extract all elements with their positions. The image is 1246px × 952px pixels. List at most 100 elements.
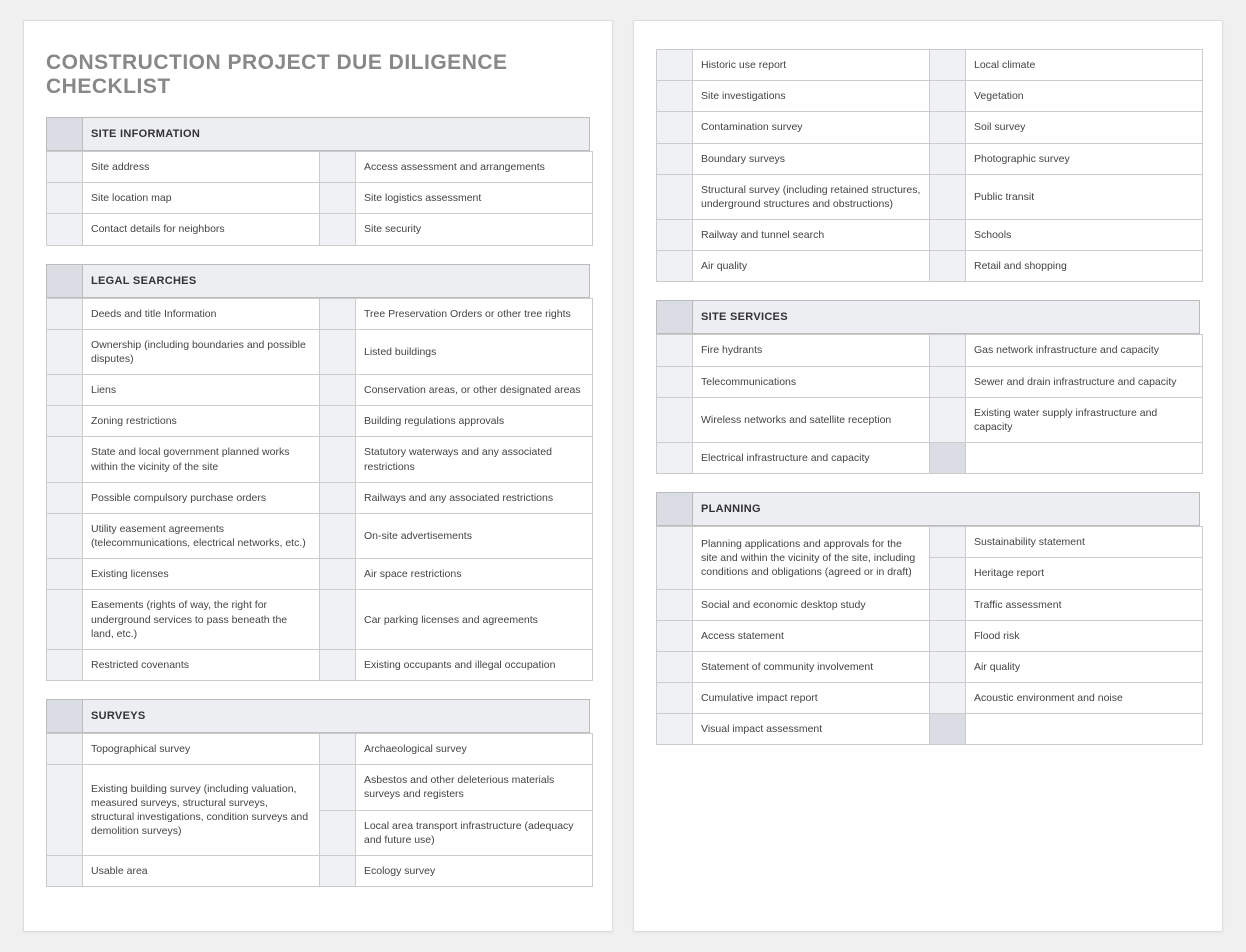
item-label: Telecommunications [693,366,930,397]
checkbox-cell[interactable] [320,152,356,183]
checkbox-cell[interactable] [47,214,83,245]
checkbox-cell[interactable] [930,251,966,282]
checkbox-cell[interactable] [930,589,966,620]
checkbox-cell[interactable] [930,527,966,558]
item-label: Building regulations approvals [356,406,593,437]
checkbox-cell[interactable] [657,335,693,366]
item-label: Statement of community involvement [693,651,930,682]
checkbox-cell[interactable] [657,112,693,143]
checkbox-cell[interactable] [657,683,693,714]
item-label: Possible compulsory purchase orders [83,482,320,513]
checkbox-cell[interactable] [320,298,356,329]
item-label: Easements (rights of way, the right for … [83,590,320,650]
checkbox-cell[interactable] [657,651,693,682]
checkbox-cell[interactable] [657,366,693,397]
checkbox-cell[interactable] [320,590,356,650]
checkbox-cell[interactable] [930,366,966,397]
checkbox-cell[interactable] [320,810,356,855]
checkbox-cell[interactable] [320,765,356,810]
checkbox-cell[interactable] [930,143,966,174]
item-label: Acoustic environment and noise [966,683,1203,714]
section-header-label: LEGAL SEARCHES [83,264,590,297]
section-header-label: SITE INFORMATION [83,118,590,151]
checkbox-cell[interactable] [47,152,83,183]
checkbox-cell[interactable] [657,443,693,474]
checkbox-cell[interactable] [320,329,356,374]
item-label: Access statement [693,620,930,651]
checkbox-cell[interactable] [320,406,356,437]
checkbox-cell[interactable] [930,443,966,474]
item-label: Wireless networks and satellite receptio… [693,397,930,442]
checkbox-cell[interactable] [320,734,356,765]
item-label: Statutory waterways and any associated r… [356,437,593,482]
section-header-check [657,493,693,526]
checkbox-cell[interactable] [320,482,356,513]
checkbox-cell[interactable] [657,527,693,589]
checkbox-cell[interactable] [657,251,693,282]
checkbox-cell[interactable] [657,220,693,251]
checkbox-cell[interactable] [320,855,356,886]
checkbox-cell[interactable] [930,50,966,81]
checkbox-cell[interactable] [930,335,966,366]
checkbox-cell[interactable] [320,649,356,680]
checkbox-cell[interactable] [47,855,83,886]
checkbox-cell[interactable] [320,513,356,558]
item-label: Site security [356,214,593,245]
checkbox-cell[interactable] [47,437,83,482]
item-label: State and local government planned works… [83,437,320,482]
checkbox-cell[interactable] [47,513,83,558]
section-header-check [47,700,83,733]
item-label: Contact details for neighbors [83,214,320,245]
checkbox-cell[interactable] [930,174,966,219]
item-label: Boundary surveys [693,143,930,174]
checkbox-cell[interactable] [47,298,83,329]
checkbox-cell[interactable] [320,375,356,406]
checkbox-cell[interactable] [930,397,966,442]
checkbox-cell[interactable] [47,734,83,765]
item-label: Asbestos and other deleterious materials… [356,765,593,810]
item-label: Gas network infrastructure and capacity [966,335,1203,366]
checkbox-cell[interactable] [657,714,693,745]
item-label: Listed buildings [356,329,593,374]
checkbox-cell[interactable] [930,651,966,682]
checkbox-cell[interactable] [320,437,356,482]
checkbox-cell[interactable] [930,112,966,143]
item-label: Railways and any associated restrictions [356,482,593,513]
item-label: Restricted covenants [83,649,320,680]
checkbox-cell[interactable] [47,590,83,650]
checkbox-cell[interactable] [320,214,356,245]
item-label: Sewer and drain infrastructure and capac… [966,366,1203,397]
checkbox-cell[interactable] [47,183,83,214]
item-label: Site investigations [693,81,930,112]
item-label: Site address [83,152,320,183]
checkbox-cell[interactable] [930,558,966,589]
checkbox-cell[interactable] [47,559,83,590]
checkbox-cell[interactable] [657,174,693,219]
section-header-label: SITE SERVICES [693,301,1200,334]
checkbox-cell[interactable] [657,143,693,174]
item-label: Existing occupants and illegal occupatio… [356,649,593,680]
checkbox-cell[interactable] [930,683,966,714]
checkbox-cell[interactable] [47,329,83,374]
checkbox-cell[interactable] [47,406,83,437]
page-1: CONSTRUCTION PROJECT DUE DILIGENCE CHECK… [23,20,613,932]
item-label: Existing building survey (including valu… [83,765,320,856]
checkbox-cell[interactable] [320,559,356,590]
checkbox-cell[interactable] [657,589,693,620]
checkbox-cell[interactable] [47,375,83,406]
checkbox-cell[interactable] [930,81,966,112]
checkbox-cell[interactable] [47,765,83,856]
checkbox-cell[interactable] [47,482,83,513]
section-surveys: SURVEYS Topographical surveyArchaeologic… [46,699,590,887]
checkbox-cell[interactable] [657,81,693,112]
checkbox-cell[interactable] [657,397,693,442]
checkbox-cell[interactable] [930,714,966,745]
item-label: Cumulative impact report [693,683,930,714]
checkbox-cell[interactable] [930,220,966,251]
item-label: Contamination survey [693,112,930,143]
checkbox-cell[interactable] [320,183,356,214]
checkbox-cell[interactable] [657,50,693,81]
checkbox-cell[interactable] [657,620,693,651]
checkbox-cell[interactable] [930,620,966,651]
checkbox-cell[interactable] [47,649,83,680]
